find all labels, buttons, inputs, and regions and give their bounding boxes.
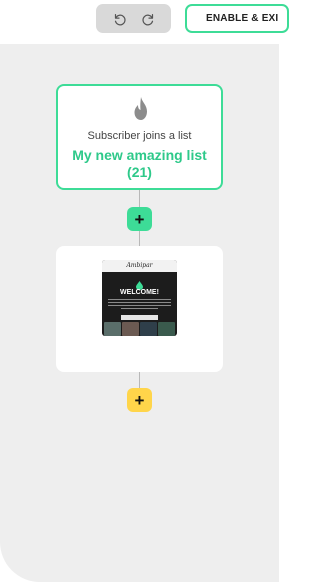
add-step-button[interactable]: + — [127, 207, 152, 231]
flame-icon — [130, 96, 152, 122]
list-name: My new amazing list — [72, 147, 207, 163]
enable-and-exit-button[interactable]: ENABLE & EXI — [185, 4, 289, 33]
email-preview-thumbnail: Ambipar WELCOME! — [102, 260, 177, 336]
email-body-text — [108, 299, 171, 311]
undo-redo-group — [96, 4, 171, 33]
connector-line — [139, 372, 140, 388]
add-step-button[interactable]: + — [127, 388, 152, 412]
undo-icon[interactable] — [111, 11, 127, 27]
top-toolbar: ENABLE & EXI — [0, 0, 289, 44]
trigger-list-name: My new amazing list (21) — [58, 147, 221, 181]
list-count: (21) — [127, 164, 152, 180]
redo-icon[interactable] — [141, 11, 157, 27]
trigger-label: Subscriber joins a list — [87, 130, 192, 142]
connector-line — [139, 190, 140, 207]
email-logo: Ambipar — [126, 262, 153, 269]
drop-icon — [136, 277, 143, 290]
email-photos — [102, 322, 177, 336]
trigger-card[interactable]: Subscriber joins a list My new amazing l… — [56, 84, 223, 190]
email-heading: WELCOME! — [120, 289, 159, 296]
email-cta-button — [121, 315, 158, 320]
email-step-card[interactable]: Ambipar WELCOME! — [56, 246, 223, 372]
connector-line — [139, 231, 140, 246]
